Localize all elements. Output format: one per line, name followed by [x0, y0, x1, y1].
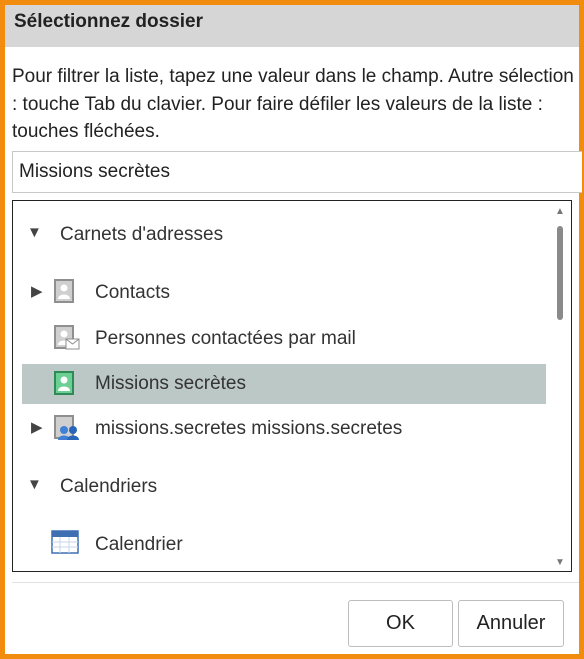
folder-tree[interactable]: ▼ Carnets d'adresses ▶ Contacts Personne…: [12, 200, 572, 572]
collapsed-triangle-icon[interactable]: ▶: [31, 418, 43, 436]
tree-item-label: Missions secrètes: [95, 373, 246, 394]
expanded-triangle-icon[interactable]: ▼: [27, 224, 42, 241]
tree-item-label: Calendrier: [95, 534, 183, 555]
filter-input[interactable]: [12, 151, 582, 193]
instructions-text: Pour filtrer la liste, tapez une valeur …: [12, 66, 574, 142]
scroll-up-arrow-icon[interactable]: ▲: [555, 206, 565, 217]
tree-item-label: missions.secretes missions.secretes: [95, 418, 403, 439]
dialog-title: Sélectionnez dossier: [14, 11, 204, 32]
tree-group-address-books[interactable]: ▼ Carnets d'adresses: [13, 215, 536, 255]
tree-group-label: Carnets d'adresses: [60, 224, 224, 245]
cancel-button[interactable]: Annuler: [458, 600, 564, 647]
scroll-down-arrow-icon[interactable]: ▼: [555, 557, 565, 568]
tree-group-label: Calendriers: [60, 476, 158, 497]
contact-book-icon: [54, 371, 74, 395]
tree-item-calendar[interactable]: Calendrier: [13, 525, 536, 565]
tree-item-label: Personnes contactées par mail: [95, 328, 356, 349]
scrollbar-thumb[interactable]: [557, 226, 563, 320]
expanded-triangle-icon[interactable]: ▼: [27, 476, 42, 493]
select-folder-dialog: Sélectionnez dossier Pour filtrer la lis…: [0, 0, 584, 659]
tree-item-contacts[interactable]: ▶ Contacts: [13, 273, 536, 313]
footer-divider: [12, 582, 579, 583]
calendar-icon: [51, 530, 79, 554]
tree-item-shared-book[interactable]: ▶ missions.secretes missions.secretes: [13, 409, 536, 449]
ok-button[interactable]: OK: [348, 600, 453, 647]
tree-item-label: Contacts: [95, 282, 170, 303]
contact-book-icon: [54, 279, 74, 303]
dialog-titlebar: Sélectionnez dossier: [5, 5, 579, 47]
tree-group-calendars[interactable]: ▼ Calendriers: [13, 467, 536, 507]
shared-users-icon: [54, 415, 79, 440]
tree-item-contacted-by-mail[interactable]: Personnes contactées par mail: [13, 319, 536, 359]
collapsed-triangle-icon[interactable]: ▶: [31, 282, 43, 300]
tree-item-secret-missions[interactable]: Missions secrètes: [22, 364, 546, 404]
tree-scrollbar[interactable]: ▲ ▼: [551, 201, 571, 571]
contact-mail-icon: [54, 325, 80, 350]
